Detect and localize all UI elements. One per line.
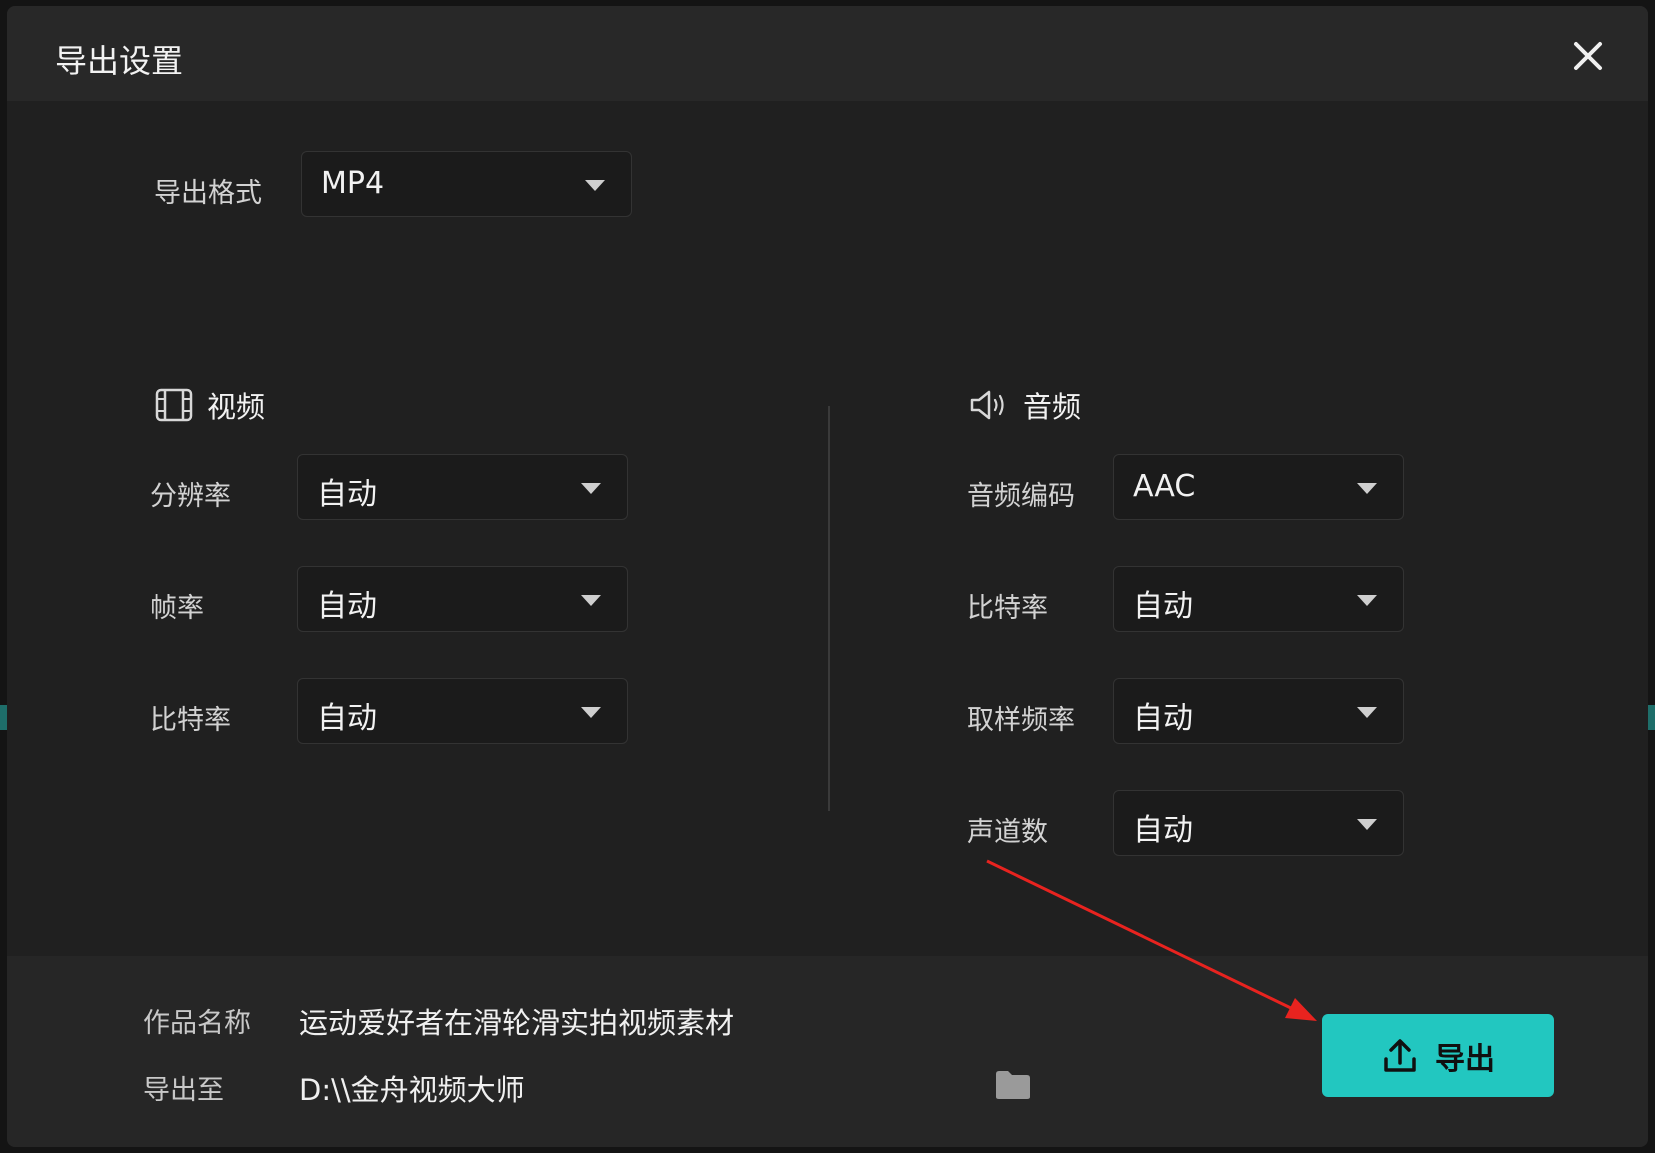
chevron-down-icon	[1357, 707, 1377, 718]
frame-rate-select[interactable]: 自动	[297, 566, 628, 632]
film-icon	[155, 388, 193, 422]
speaker-icon	[970, 390, 1004, 420]
chevron-down-icon	[581, 595, 601, 606]
sample-rate-label: 取样频率	[967, 705, 1075, 736]
frame-rate-label: 帧率	[150, 593, 204, 624]
export-settings-dialog: 导出设置 导出格式 MP4 视频 分辨率 自动 帧率 自动 比特率 自动 音频 …	[7, 6, 1648, 1147]
folder-icon	[996, 1071, 1030, 1099]
channels-value: 自动	[1133, 813, 1193, 848]
audio-section-heading: 音频	[969, 384, 1081, 426]
video-section-heading: 视频	[155, 384, 265, 426]
video-bitrate-select[interactable]: 自动	[297, 678, 628, 744]
chevron-down-icon	[1357, 483, 1377, 494]
export-path-label: 导出至	[143, 1075, 224, 1106]
export-format-value: MP4	[321, 166, 385, 201]
export-button-label: 导出	[1435, 1041, 1495, 1077]
close-icon	[1574, 42, 1602, 70]
upload-icon	[1384, 1038, 1416, 1072]
video-bitrate-value: 自动	[317, 701, 377, 736]
audio-bitrate-select[interactable]: 自动	[1113, 566, 1404, 632]
chevron-down-icon	[585, 180, 605, 191]
dialog-title: 导出设置	[55, 42, 184, 80]
frame-rate-value: 自动	[317, 589, 377, 624]
sample-rate-select[interactable]: 自动	[1113, 678, 1404, 744]
chevron-down-icon	[1357, 595, 1377, 606]
export-button[interactable]: 导出	[1322, 1014, 1554, 1097]
chevron-down-icon	[1357, 819, 1377, 830]
export-format-label: 导出格式	[154, 178, 262, 209]
resolution-select[interactable]: 自动	[297, 454, 628, 520]
audio-bitrate-label: 比特率	[967, 593, 1048, 624]
channels-label: 声道数	[967, 817, 1048, 848]
section-divider	[828, 406, 830, 811]
audio-codec-select[interactable]: AAC	[1113, 454, 1404, 520]
dialog-titlebar: 导出设置	[7, 6, 1648, 101]
audio-heading-text: 音频	[1023, 390, 1082, 424]
audio-codec-label: 音频编码	[967, 481, 1075, 512]
chevron-down-icon	[581, 483, 601, 494]
video-heading-text: 视频	[207, 390, 266, 424]
project-name-value[interactable]: 运动爱好者在滑轮滑实拍视频素材	[299, 1000, 734, 1042]
browse-folder-button[interactable]	[994, 1069, 1032, 1105]
export-format-select[interactable]: MP4	[301, 151, 632, 217]
channels-select[interactable]: 自动	[1113, 790, 1404, 856]
audio-codec-value: AAC	[1133, 469, 1196, 504]
sample-rate-value: 自动	[1133, 701, 1193, 736]
project-name-label: 作品名称	[143, 1008, 251, 1039]
audio-bitrate-value: 自动	[1133, 589, 1193, 624]
dialog-footer: 作品名称 运动爱好者在滑轮滑实拍视频素材 导出至 D:\\金舟视频大师 导出	[7, 956, 1648, 1147]
resolution-value: 自动	[317, 477, 377, 512]
resolution-label: 分辨率	[150, 481, 231, 512]
close-button[interactable]	[1568, 36, 1608, 76]
chevron-down-icon	[581, 707, 601, 718]
video-bitrate-label: 比特率	[150, 705, 231, 736]
export-path-value: D:\\金舟视频大师	[299, 1073, 525, 1107]
